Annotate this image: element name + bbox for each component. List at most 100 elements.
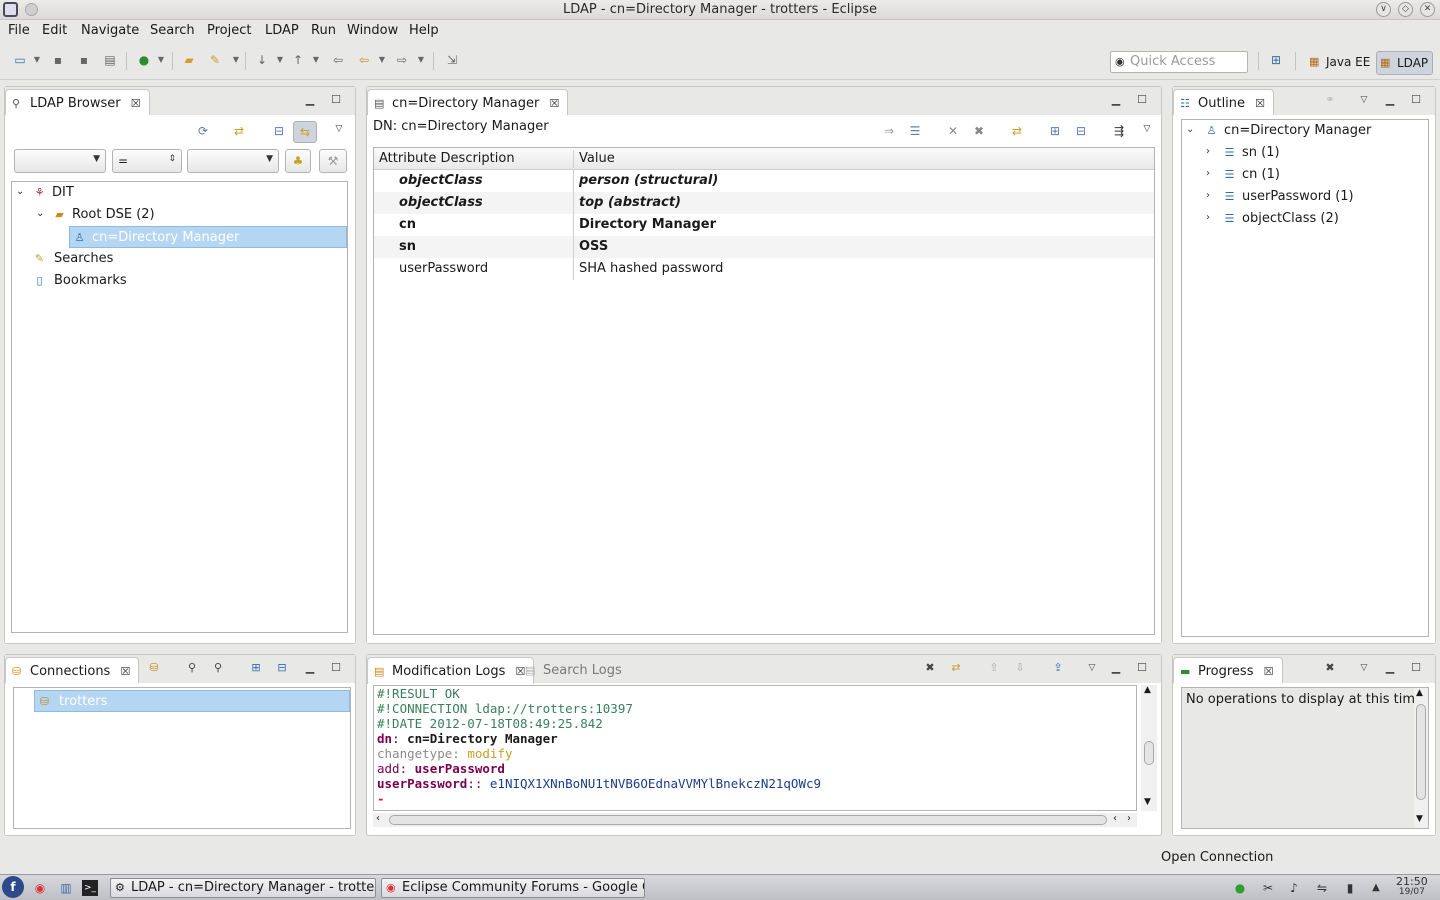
terminal-icon[interactable]: >_ (82, 880, 98, 896)
view-menu-icon[interactable]: ▽ (1139, 121, 1155, 137)
scissors-icon[interactable]: ✂ (1260, 880, 1276, 896)
task-chrome[interactable]: ◉ Eclipse Community Forums - Google C (381, 878, 645, 898)
tab-connections[interactable]: ⛁ Connections ☒ (5, 657, 140, 684)
table-row[interactable]: userPassword SHA hashed password (374, 258, 1154, 280)
files-icon[interactable]: ▥ (58, 880, 74, 896)
status-indicator-icon[interactable]: ● (1232, 880, 1248, 896)
prev-annotation-icon[interactable]: ↑ (290, 52, 306, 68)
filter-value-select[interactable]: ▼ (187, 149, 279, 173)
remove-all-finished-icon[interactable]: ✖ (1323, 661, 1337, 675)
chevron-down-icon[interactable]: ⌄ (1186, 124, 1198, 135)
collapse-all-icon[interactable]: ⊟ (1073, 123, 1089, 139)
menu-file[interactable]: File (8, 23, 30, 38)
tray-expand-icon[interactable]: ▲ (1368, 880, 1384, 896)
back-dropdown-icon[interactable]: ▼ (374, 52, 390, 68)
save-icon[interactable]: ▪ (50, 52, 66, 68)
scroll-left-icon[interactable]: ‹ (376, 813, 380, 824)
minimize-view-icon[interactable]: ▁ (1383, 93, 1397, 107)
battery-icon[interactable]: ▮ (1342, 880, 1358, 896)
refresh-icon[interactable]: ⟳ (195, 123, 211, 139)
forward-icon[interactable]: ⇨ (394, 52, 410, 68)
outline-item-objectclass[interactable]: › ☰ objectClass (2) (1182, 208, 1428, 230)
save-all-icon[interactable]: ▪ (76, 52, 92, 68)
network-icon[interactable]: ⇋ (1314, 880, 1330, 896)
new-connection-icon[interactable]: ● (136, 52, 152, 68)
chevron-right-icon[interactable]: › (1206, 168, 1218, 179)
perspective-java-ee[interactable]: ▦ Java EE (1306, 51, 1374, 75)
maximize-view-icon[interactable]: ☐ (1409, 93, 1423, 107)
log-vertical-scrollbar[interactable]: ▲ ▼ (1141, 685, 1157, 811)
minimize-view-icon[interactable]: ▁ (1109, 93, 1123, 107)
filter-attribute-select[interactable]: ▼ (14, 149, 106, 173)
maximize-view-icon[interactable]: ☐ (1135, 93, 1149, 107)
next-annotation-icon[interactable]: ↓ (254, 52, 270, 68)
outline-item-userpassword[interactable]: › ☰ userPassword (1) (1182, 186, 1428, 208)
menu-navigate[interactable]: Navigate (81, 23, 139, 38)
close-icon[interactable]: ☒ (549, 97, 559, 110)
apply-filter-button[interactable]: ♣ (285, 149, 311, 173)
minimize-view-icon[interactable]: ▁ (303, 661, 317, 675)
delete-all-icon[interactable]: ✖ (971, 123, 987, 139)
log-horizontal-scrollbar[interactable]: ‹ ‹ › (373, 813, 1137, 827)
link-with-editor-icon[interactable]: ⇄ (231, 123, 247, 139)
scroll-left-icon[interactable]: ‹ (1113, 813, 1117, 824)
chrome-icon[interactable]: ◉ (32, 880, 48, 896)
outline-item-sn[interactable]: › ☰ sn (1) (1182, 142, 1428, 164)
scrollbar-thumb[interactable] (389, 815, 1107, 825)
minimize-window-button[interactable]: ∨ (1376, 2, 1391, 17)
maximize-view-icon[interactable]: ☐ (1409, 661, 1423, 675)
forward-dropdown-icon[interactable]: ▼ (413, 52, 429, 68)
view-menu-icon[interactable]: ▽ (1085, 661, 1099, 675)
clock[interactable]: 21:50 19/07 (1396, 876, 1428, 898)
task-eclipse[interactable]: ⚙ LDAP - cn=Directory Manager - trotters (110, 878, 376, 898)
tree-node-directory-manager[interactable]: ♙ cn=Directory Manager (69, 226, 347, 248)
menu-ldap[interactable]: LDAP (265, 23, 299, 38)
menu-project[interactable]: Project (207, 23, 251, 38)
open-folder-icon[interactable]: ▰ (181, 52, 197, 68)
link-icon[interactable]: ⚭ (1323, 93, 1337, 107)
chevron-down-icon[interactable]: ⌄ (16, 186, 28, 197)
newer-icon[interactable]: ⇩ (1013, 661, 1027, 675)
new-connection-icon[interactable]: ⛁ (147, 661, 161, 675)
clear-filter-button[interactable]: ⚒ (319, 149, 347, 173)
search-wizard-icon[interactable]: ✎ (207, 52, 223, 68)
close-icon[interactable]: ☒ (131, 97, 141, 110)
column-attribute-description[interactable]: Attribute Description (379, 151, 515, 166)
close-icon[interactable]: ☒ (1255, 97, 1265, 110)
column-divider[interactable] (573, 150, 574, 168)
tab-entry-editor[interactable]: ▤ cn=Directory Manager ☒ (367, 89, 569, 116)
open-connection-icon[interactable]: ⚲ (185, 661, 199, 675)
perspective-ldap[interactable]: ▦ LDAP (1376, 51, 1434, 75)
tab-modification-logs[interactable]: ▤ Modification Logs ☒ (367, 657, 535, 684)
maximize-view-icon[interactable]: ☐ (1135, 661, 1149, 675)
scroll-up-icon[interactable]: ▲ (1144, 685, 1151, 695)
connection-dropdown-icon[interactable]: ▼ (153, 52, 169, 68)
next-annotation-dropdown-icon[interactable]: ▼ (272, 52, 288, 68)
fedora-menu-icon[interactable]: f (2, 876, 24, 898)
menu-run[interactable]: Run (311, 23, 336, 38)
outline-root[interactable]: ⌄ ♙ cn=Directory Manager (1182, 120, 1428, 142)
tab-search-logs[interactable]: ▤ Search Logs (519, 657, 630, 684)
scroll-right-icon[interactable]: › (1127, 813, 1131, 824)
refresh-icon[interactable]: ⇄ (949, 661, 963, 675)
minimize-view-icon[interactable]: ▁ (1383, 661, 1397, 675)
table-row[interactable]: objectClass top (abstract) (374, 192, 1154, 214)
tab-ldap-browser[interactable]: ⚲ LDAP Browser ☒ (5, 89, 150, 116)
export-icon[interactable]: ⇪ (1051, 661, 1065, 675)
scroll-down-icon[interactable]: ▼ (1416, 814, 1423, 824)
table-row[interactable]: objectClass person (structural) (374, 170, 1154, 192)
close-window-button[interactable]: ✕ (1420, 2, 1435, 17)
volume-icon[interactable]: ♪ (1286, 880, 1302, 896)
table-row[interactable]: sn OSS (374, 236, 1154, 258)
link-with-editor-toggle-icon[interactable]: ⇆ (293, 121, 317, 143)
scrollbar-thumb[interactable] (1416, 704, 1426, 800)
clear-logs-icon[interactable]: ✖ (923, 661, 937, 675)
minimize-view-icon[interactable]: ▁ (1109, 661, 1123, 675)
tree-node-dit[interactable]: ⌄ ⚘ DIT (12, 182, 347, 204)
view-menu-icon[interactable]: ▽ (1357, 661, 1371, 675)
new-value-icon[interactable]: ⇒ (881, 123, 897, 139)
outline-item-cn[interactable]: › ☰ cn (1) (1182, 164, 1428, 186)
prev-annotation-dropdown-icon[interactable]: ▼ (308, 52, 324, 68)
pin-editor-icon[interactable]: ⇲ (444, 52, 460, 68)
column-value[interactable]: Value (579, 151, 615, 166)
